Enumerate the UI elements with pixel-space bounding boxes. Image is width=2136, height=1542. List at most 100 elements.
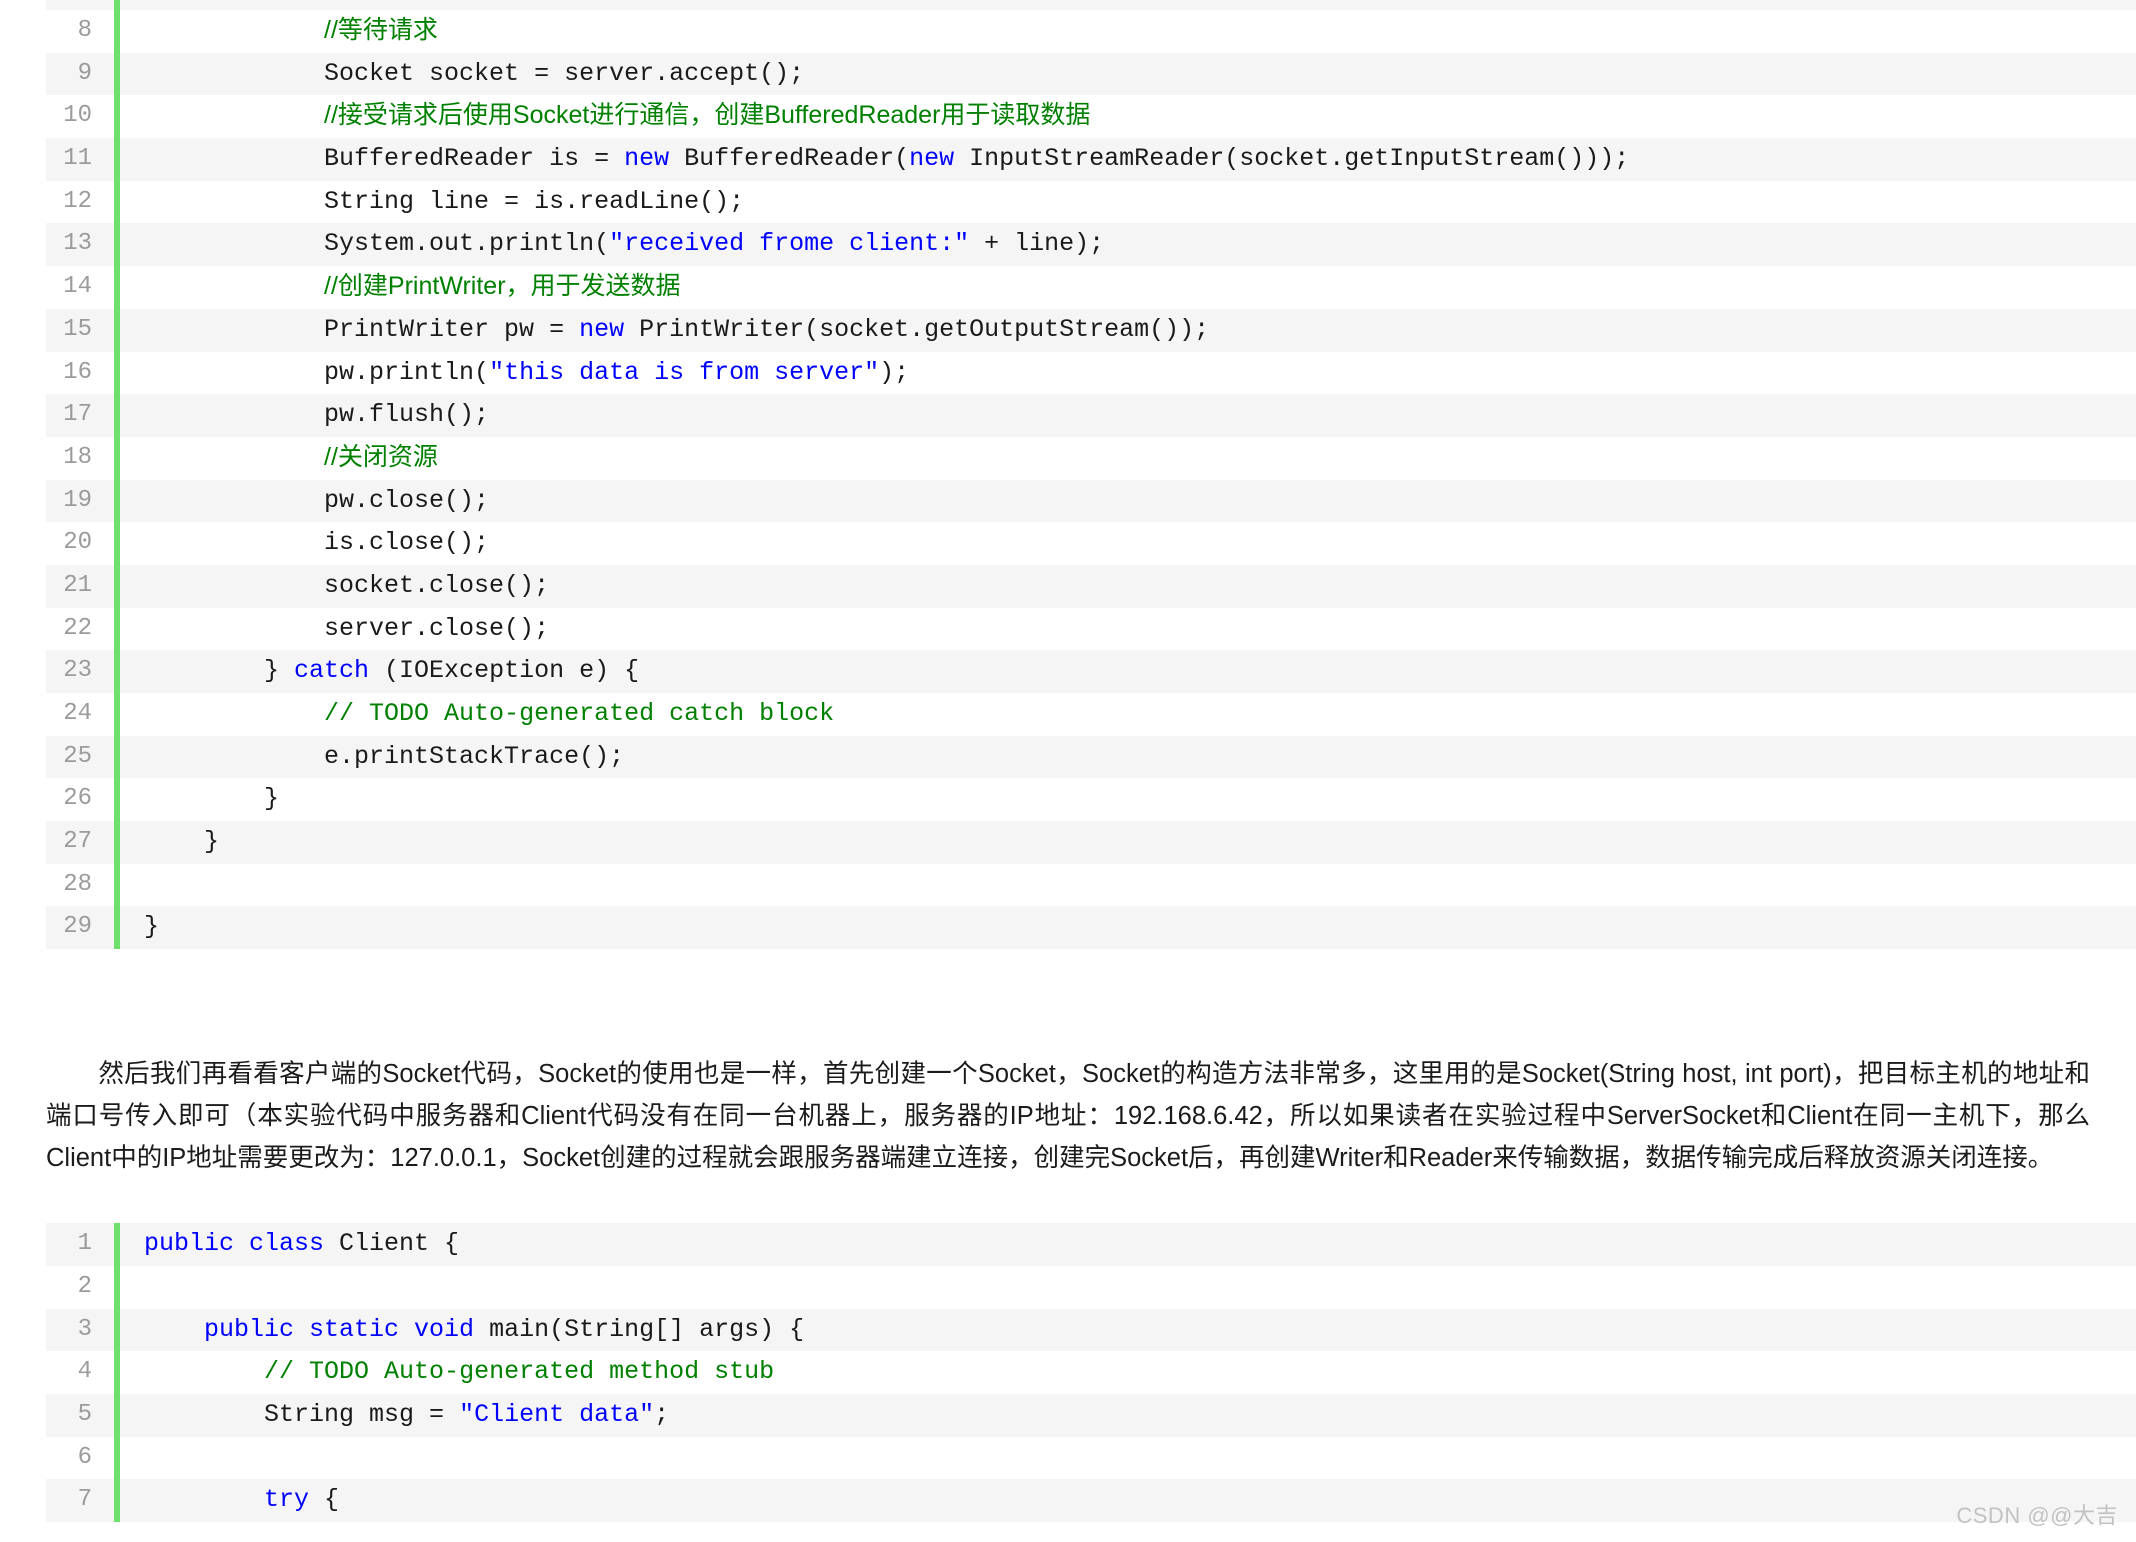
code-block-server[interactable]: 8 //等待请求 9 Socket socket = server.accept(… [46,10,2136,950]
code-row: 12 String line = is.readLine(); [46,180,2136,224]
code-token-kw: new [909,144,955,174]
line-number: 29 [63,913,92,941]
code-token-plain: + line); [969,229,1105,259]
code-line-text: //等待请求 [120,9,2136,54]
code-line-text: //创建PrintWriter，用于发送数据 [120,265,2136,310]
line-number: 15 [63,315,92,343]
code-block-client[interactable]: 1 public class Client {2 3 public static v… [46,1223,2136,1522]
code-row: 2 [46,1265,2136,1309]
code-row: 17 pw.flush(); [46,394,2136,437]
code-token-plain: } [144,827,220,857]
line-number: 23 [63,657,92,685]
code-row: 16 pw.println("this data is from server"… [46,351,2136,395]
code-token-plain: Socket socket = server.accept(); [144,58,805,88]
code-token-plain: } [144,912,160,942]
line-number: 19 [63,486,92,514]
line-number: 8 [77,17,92,44]
code-row: 10 //接受请求后使用Socket进行通信，创建BufferedReader用… [46,94,2136,139]
code-rail [114,863,120,907]
code-line-text: } catch (IOException e) { [120,650,2136,693]
line-number: 4 [77,1358,92,1386]
code-line-text: BufferedReader is = new BufferedReader(n… [120,138,2136,181]
code-row: 5 String msg = "Client data"; [46,1393,2136,1437]
code-row: 9 Socket socket = server.accept(); [46,52,2136,96]
code-token-kw: try [264,1485,310,1515]
code-token-cmt-cn: //等待请求 [324,16,438,44]
code-line-text: pw.flush(); [120,394,2136,437]
spacer-before-client-code [0,1179,2136,1223]
line-number: 28 [63,870,92,898]
code-token-kw: new [624,144,670,174]
code-row: 3 public static void main(String[] args)… [46,1308,2136,1352]
code-token-plain: BufferedReader( [669,144,910,174]
code-row: 8 //等待请求 [46,10,2136,53]
code-token-str: "this data is from server" [489,357,880,387]
code-token-cmt: // TODO Auto-generated catch block [324,699,835,728]
code-row: 23 } catch (IOException e) { [46,650,2136,693]
code-row: 25 e.printStackTrace(); [46,735,2136,779]
paragraph-text: 然后我们再看看客户端的Socket代码，Socket的使用也是一样，首先创建一个… [46,1060,2090,1173]
code-line-text: is.close(); [120,522,2136,565]
line-number: 27 [63,828,92,856]
code-row: 22 server.close(); [46,607,2136,651]
code-token-plain: System.out.println( [144,229,610,259]
code-line-text: PrintWriter pw = new PrintWriter(socket.… [120,309,2136,352]
line-number: 21 [63,571,92,599]
article-page: 8 //等待请求 9 Socket socket = server.accept(… [0,0,2136,1542]
code-line-text: Socket socket = server.accept(); [120,53,2136,96]
code-token-cmt-cn: //关闭资源 [324,442,438,471]
code-line-text: } [120,906,2136,949]
code-rail [114,1436,120,1480]
code-token-plain: e.printStackTrace(); [144,741,625,771]
code-row: 14 //创建PrintWriter，用于发送数据 [46,266,2136,309]
code-row: 11 BufferedReader is = new BufferedReade… [46,138,2136,181]
code-row: 28 [46,863,2136,907]
code-token-plain: server.close(); [144,613,550,643]
code-token-plain: is.close(); [144,528,490,558]
code-token-plain: pw.flush(); [144,400,490,430]
code-token-str: "received frome client:" [609,229,970,259]
line-number: 2 [77,1272,92,1300]
code-line-text: try { [120,1479,2136,1522]
code-token-plain: String line = is.readLine(); [144,186,745,216]
code-token-plain: InputStreamReader(socket.getInputStream(… [954,144,1630,174]
code-row: 6 [46,1436,2136,1480]
code-token-cmt-cn: //创建PrintWriter，用于发送数据 [324,272,681,301]
code-line-text: //关闭资源 [120,436,2136,481]
code-line-text: } [120,778,2136,821]
line-number: 16 [63,358,92,386]
code-token-str: "Client data" [459,1399,655,1429]
code-line-text: // TODO Auto-generated method stub [120,1351,2136,1394]
line-number: 20 [63,529,92,557]
code-row: 15 PrintWriter pw = new PrintWriter(sock… [46,308,2136,352]
code-token-plain: { [309,1485,340,1515]
code-line-text: // TODO Auto-generated catch block [120,693,2136,736]
code-row: 24 // TODO Auto-generated catch block [46,693,2136,736]
line-number: 5 [77,1400,92,1428]
code-token-cmt-cn: //接受请求后使用Socket进行通信，创建BufferedReader用于读取… [324,101,1091,130]
line-number: 13 [63,230,92,258]
code-token-plain: main(String[] args) { [474,1314,805,1344]
line-number: 26 [63,785,92,813]
code-row: 7 try { [46,1479,2136,1522]
code-row: 20 is.close(); [46,522,2136,565]
csdn-watermark: CSDN @@大吉 [1956,1503,2118,1528]
code-line-text: pw.close(); [120,480,2136,523]
code-line-text: socket.close(); [120,565,2136,608]
line-number: 25 [63,742,92,770]
code-line-text: } [120,821,2136,864]
code-row: 21 socket.close(); [46,564,2136,608]
code-token-plain: String msg = [144,1399,460,1429]
line-number: 14 [63,273,92,301]
code-line-text: e.printStackTrace(); [120,736,2136,779]
code-line-text: //接受请求后使用Socket进行通信，创建BufferedReader用于读取… [120,94,2136,139]
code-token-plain: PrintWriter pw = [144,314,580,344]
code-token-plain: } [144,784,280,814]
code-token-cmt: // TODO Auto-generated method stub [264,1357,775,1387]
